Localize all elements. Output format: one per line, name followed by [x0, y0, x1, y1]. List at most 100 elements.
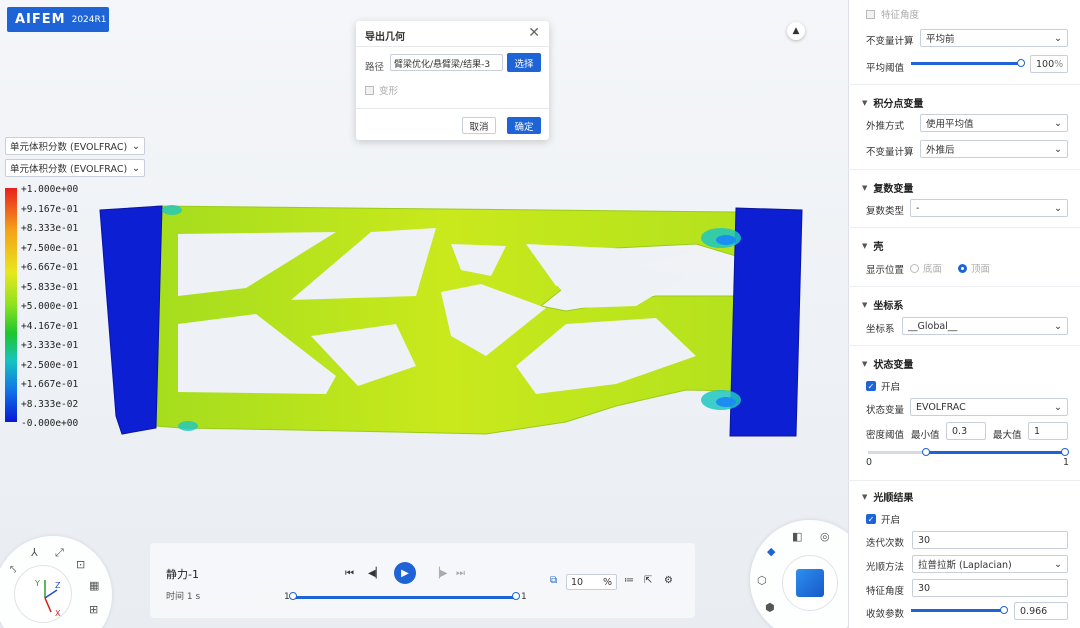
- density-label: 密度阈值: [866, 430, 905, 441]
- invariant-value-1: 平均前: [926, 34, 955, 45]
- method-select[interactable]: 拉普拉斯 (Laplacian) ⌄: [912, 555, 1068, 573]
- legend-label: +5.833e-01: [21, 281, 79, 293]
- contour-variable-select[interactable]: 单元体积分数 (EVOLFRAC) ⌄: [5, 159, 145, 177]
- axis-x-label: X: [55, 609, 61, 618]
- result-variable-value: 单元体积分数 (EVOLFRAC): [10, 142, 128, 153]
- export-icon[interactable]: ⇱: [644, 575, 652, 586]
- play-button[interactable]: ▶: [394, 562, 416, 584]
- app-logo: AIFEM 2024R1: [7, 7, 109, 32]
- density-knob-max[interactable]: [1061, 448, 1069, 456]
- viewport-3d[interactable]: AIFEM 2024R1 ▲ 单元体积分数 (EVOLFRAC) ⌄ 单元体积分…: [0, 0, 848, 628]
- state-var-label: 状态变量: [866, 405, 905, 416]
- invariant-label-2: 不变量计算: [866, 147, 914, 158]
- fit-view-icon[interactable]: ⤢: [55, 546, 64, 560]
- settings-icon[interactable]: ⚙: [664, 575, 673, 586]
- shaded-cube-icon[interactable]: ◆: [767, 545, 775, 558]
- section-state[interactable]: ▼ 状态变量: [862, 356, 913, 372]
- radio-top[interactable]: 顶面: [958, 261, 990, 275]
- extrapolation-value: 使用平均值: [926, 119, 974, 130]
- section-complex[interactable]: ▼ 复数变量: [862, 180, 913, 196]
- density-slider-range[interactable]: [926, 451, 1066, 454]
- grid-icon[interactable]: ▦: [89, 579, 99, 592]
- legend-labels: +1.000e+00 +9.167e-01 +8.333e-01 +7.500e-01…: [21, 184, 78, 438]
- rotate-icon[interactable]: ⤣: [10, 563, 16, 577]
- ok-button[interactable]: 确定: [507, 117, 541, 134]
- dialog-title: 导出几何: [365, 32, 405, 43]
- divider: [848, 227, 1080, 228]
- min-input[interactable]: 0.3: [946, 422, 986, 440]
- section-integration[interactable]: ▼ 积分点变量: [862, 95, 923, 111]
- view-cube[interactable]: [782, 555, 838, 611]
- cancel-button[interactable]: 取消: [462, 117, 496, 134]
- angle-input[interactable]: 30: [912, 579, 1068, 597]
- palette-icon[interactable]: ◎: [820, 530, 830, 543]
- list-icon[interactable]: ≔: [624, 575, 634, 586]
- axes-icon[interactable]: ⅄: [31, 546, 38, 559]
- conv-knob[interactable]: [999, 606, 1008, 614]
- step-back-icon[interactable]: ◀︎▏: [368, 568, 383, 579]
- conv-input[interactable]: 0.966: [1014, 602, 1068, 620]
- speed-input[interactable]: 10 %: [566, 574, 617, 590]
- section-smooth-title: 光顺结果: [873, 493, 914, 504]
- extrapolation-select[interactable]: 使用平均值 ⌄: [920, 114, 1068, 132]
- avg-threshold-knob[interactable]: [1017, 59, 1025, 67]
- chevron-down-icon: ⌄: [1054, 401, 1062, 413]
- zoom-box-icon[interactable]: ⊡: [76, 558, 85, 571]
- export-geometry-dialog: 导出几何 ✕ 路径 臂梁优化/悬臂梁/结果-3 选择 变形 取消 确定: [356, 21, 549, 140]
- divider: [848, 169, 1080, 170]
- radio-top-label: 顶面: [971, 264, 991, 275]
- split-view-icon[interactable]: ◧: [792, 530, 802, 543]
- smooth-enable-checkbox[interactable]: ✓ 开启: [866, 512, 900, 526]
- caret-down-icon: ▼: [862, 300, 868, 309]
- app-version: 2024R1: [71, 14, 107, 25]
- select-region-icon[interactable]: ⊞: [89, 603, 98, 616]
- iter-input[interactable]: 30: [912, 531, 1068, 549]
- speed-icon[interactable]: ⧉: [550, 575, 557, 586]
- result-variable-select[interactable]: 单元体积分数 (EVOLFRAC) ⌄: [5, 137, 145, 155]
- timeline-knob-start[interactable]: [289, 592, 297, 600]
- avg-threshold-input[interactable]: 100 %: [1030, 55, 1068, 73]
- deform-checkbox[interactable]: 变形: [365, 83, 398, 97]
- smooth-enable-label: 开启: [881, 515, 901, 526]
- shell-position-label: 显示位置: [866, 265, 905, 276]
- legend-label: +9.167e-01: [21, 203, 79, 215]
- avg-threshold-slider[interactable]: [911, 62, 1021, 65]
- close-icon[interactable]: ✕: [528, 25, 540, 41]
- feature-angle-label: 特征角度: [881, 10, 920, 21]
- wire-cube-icon[interactable]: ⬢: [765, 601, 775, 614]
- skip-end-icon[interactable]: ⏭: [456, 568, 465, 579]
- invariant-select-2[interactable]: 外推后 ⌄: [920, 140, 1068, 158]
- coord-label: 坐标系: [866, 324, 895, 335]
- time-label: 时间 1 s: [166, 592, 201, 602]
- state-var-select[interactable]: EVOLFRAC ⌄: [910, 398, 1068, 416]
- timeline-knob-end[interactable]: [512, 592, 520, 600]
- invariant-select-1[interactable]: 平均前 ⌄: [920, 29, 1068, 47]
- choose-button[interactable]: 选择: [507, 53, 541, 72]
- legend-label: +3.333e-01: [21, 340, 79, 351]
- density-knob-min[interactable]: [922, 448, 930, 456]
- beam-model[interactable]: [96, 196, 808, 446]
- axis-y-label: Y: [34, 579, 40, 588]
- coord-value: __Global__: [908, 320, 958, 332]
- coord-select[interactable]: __Global__ ⌄: [902, 317, 1068, 335]
- step-forward-icon[interactable]: ▕▶: [432, 568, 447, 579]
- skip-start-icon[interactable]: ⏮: [345, 568, 354, 579]
- conv-slider[interactable]: [911, 609, 1004, 612]
- caret-down-icon: ▼: [862, 183, 868, 192]
- pointer-icon[interactable]: ▲: [787, 22, 805, 40]
- complex-type-select[interactable]: - ⌄: [910, 199, 1068, 217]
- section-shell[interactable]: ▼ 壳: [862, 238, 883, 254]
- max-input[interactable]: 1: [1028, 422, 1068, 440]
- divider: [356, 108, 549, 109]
- section-coord[interactable]: ▼ 坐标系: [862, 297, 903, 313]
- section-smooth[interactable]: ▼ 光顺结果: [862, 489, 914, 505]
- legend-label: -0.000e+00: [21, 418, 79, 429]
- path-input[interactable]: 臂梁优化/悬臂梁/结果-3: [390, 54, 503, 71]
- deform-label: 变形: [379, 86, 399, 97]
- timeline-slider[interactable]: [293, 596, 517, 599]
- check-icon: ✓: [866, 514, 876, 524]
- state-enable-checkbox[interactable]: ✓ 开启: [866, 379, 900, 393]
- radio-bottom[interactable]: 底面: [910, 261, 942, 275]
- mesh-cube-icon[interactable]: ⬡: [757, 574, 767, 587]
- feature-angle-top[interactable]: 特征角度: [866, 7, 919, 21]
